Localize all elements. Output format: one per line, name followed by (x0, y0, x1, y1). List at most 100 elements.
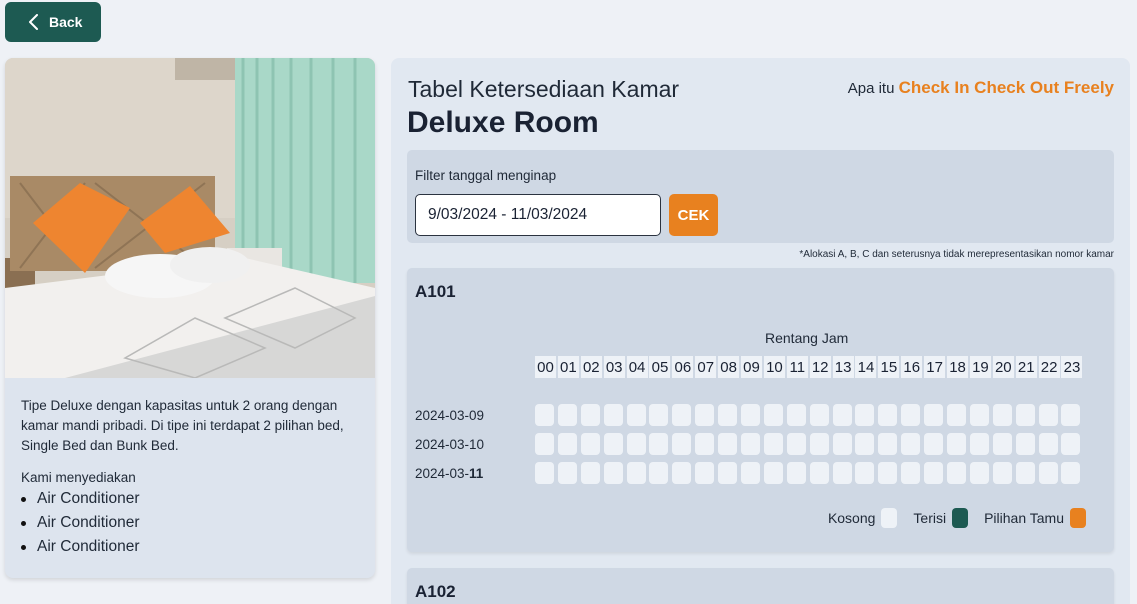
time-slot[interactable] (557, 404, 577, 426)
legend-swatch (952, 508, 969, 528)
time-slot[interactable] (992, 462, 1012, 484)
time-slot[interactable] (992, 404, 1012, 426)
time-slot[interactable] (741, 404, 761, 426)
time-slot[interactable] (809, 462, 829, 484)
amenities-heading: Kami menyediakan (21, 470, 136, 485)
time-slot[interactable] (969, 462, 989, 484)
check-in-out-link[interactable]: Check In Check Out Freely (899, 78, 1114, 97)
time-slot[interactable] (603, 462, 623, 484)
time-slot[interactable] (832, 462, 852, 484)
time-slot[interactable] (763, 462, 783, 484)
time-slot[interactable] (901, 462, 921, 484)
time-slot[interactable] (557, 433, 577, 455)
time-slot[interactable] (901, 404, 921, 426)
time-slot[interactable] (535, 433, 554, 455)
time-slot[interactable] (1061, 462, 1081, 484)
time-slot[interactable] (901, 433, 921, 455)
time-slot[interactable] (626, 433, 646, 455)
date-range-input[interactable]: 9/03/2024 - 11/03/2024 (415, 194, 661, 236)
time-slot[interactable] (786, 404, 806, 426)
time-slot[interactable] (580, 404, 600, 426)
time-slot[interactable] (924, 433, 944, 455)
time-slot[interactable] (1038, 462, 1058, 484)
time-slot[interactable] (786, 462, 806, 484)
time-slot[interactable] (1038, 404, 1058, 426)
hour-label: 21 (1015, 356, 1037, 378)
time-slot[interactable] (718, 433, 738, 455)
time-slot[interactable] (1015, 433, 1035, 455)
time-slot[interactable] (695, 462, 715, 484)
hour-label: 10 (763, 356, 785, 378)
legend: Kosong Terisi Pilihan Tamu (820, 508, 1086, 528)
hour-label: 22 (1038, 356, 1060, 378)
info-prefix: Apa itu (847, 80, 895, 97)
room-description: Tipe Deluxe dengan kapasitas untuk 2 ora… (21, 398, 344, 453)
time-slot[interactable] (763, 404, 783, 426)
time-slot[interactable] (535, 462, 554, 484)
time-slot[interactable] (855, 462, 875, 484)
time-slot[interactable] (1061, 404, 1081, 426)
time-slot[interactable] (603, 433, 623, 455)
time-slot[interactable] (672, 433, 692, 455)
hour-label: 01 (557, 356, 579, 378)
time-slot[interactable] (809, 433, 829, 455)
day-row: 2024-03-10 (415, 433, 1084, 455)
time-slot[interactable] (809, 404, 829, 426)
time-slot[interactable] (878, 433, 898, 455)
legend-item-empty: Kosong (828, 508, 898, 528)
hour-label: 17 (924, 356, 946, 378)
time-slot[interactable] (580, 462, 600, 484)
legend-item-guest-choice: Pilihan Tamu (984, 508, 1086, 528)
time-slot[interactable] (1015, 404, 1035, 426)
time-slot[interactable] (786, 433, 806, 455)
time-slot[interactable] (855, 433, 875, 455)
time-slot[interactable] (718, 462, 738, 484)
time-slot[interactable] (947, 433, 967, 455)
time-slot[interactable] (832, 404, 852, 426)
time-slot[interactable] (947, 462, 967, 484)
hour-label: 09 (741, 356, 763, 378)
hour-label: 11 (786, 356, 808, 378)
check-button[interactable]: CEK (669, 194, 718, 236)
back-button[interactable]: Back (5, 2, 101, 42)
time-slot[interactable] (741, 433, 761, 455)
room-type-title: Deluxe Room (407, 106, 599, 139)
time-slot[interactable] (969, 433, 989, 455)
time-slot[interactable] (1061, 433, 1081, 455)
time-slot[interactable] (603, 404, 623, 426)
time-slot[interactable] (763, 433, 783, 455)
time-slot[interactable] (535, 404, 554, 426)
time-slot[interactable] (1015, 462, 1035, 484)
time-slot[interactable] (672, 404, 692, 426)
time-slot[interactable] (832, 433, 852, 455)
legend-item-occupied: Terisi (913, 508, 969, 528)
legend-swatch (1070, 508, 1086, 528)
day-row: 2024-03-09 (415, 404, 1084, 426)
time-slot[interactable] (969, 404, 989, 426)
time-slot[interactable] (924, 404, 944, 426)
time-slot[interactable] (741, 462, 761, 484)
time-slot[interactable] (878, 462, 898, 484)
time-slot[interactable] (992, 433, 1012, 455)
time-slot[interactable] (878, 404, 898, 426)
hour-label: 07 (695, 356, 717, 378)
time-slot[interactable] (649, 462, 669, 484)
time-slot[interactable] (649, 404, 669, 426)
time-slot[interactable] (580, 433, 600, 455)
hour-range-label: Rentang Jam (765, 330, 849, 346)
hour-label: 05 (649, 356, 671, 378)
time-slot[interactable] (924, 462, 944, 484)
time-slot[interactable] (947, 404, 967, 426)
time-slot[interactable] (855, 404, 875, 426)
time-slot[interactable] (557, 462, 577, 484)
availability-panel: Tabel Ketersediaan Kamar Deluxe Room Apa… (391, 58, 1130, 604)
time-slot[interactable] (672, 462, 692, 484)
time-slot[interactable] (695, 433, 715, 455)
time-slot[interactable] (695, 404, 715, 426)
time-slot[interactable] (626, 462, 646, 484)
time-slot[interactable] (649, 433, 669, 455)
time-slot[interactable] (626, 404, 646, 426)
amenity-item: Air Conditioner (21, 535, 359, 559)
time-slot[interactable] (1038, 433, 1058, 455)
time-slot[interactable] (718, 404, 738, 426)
